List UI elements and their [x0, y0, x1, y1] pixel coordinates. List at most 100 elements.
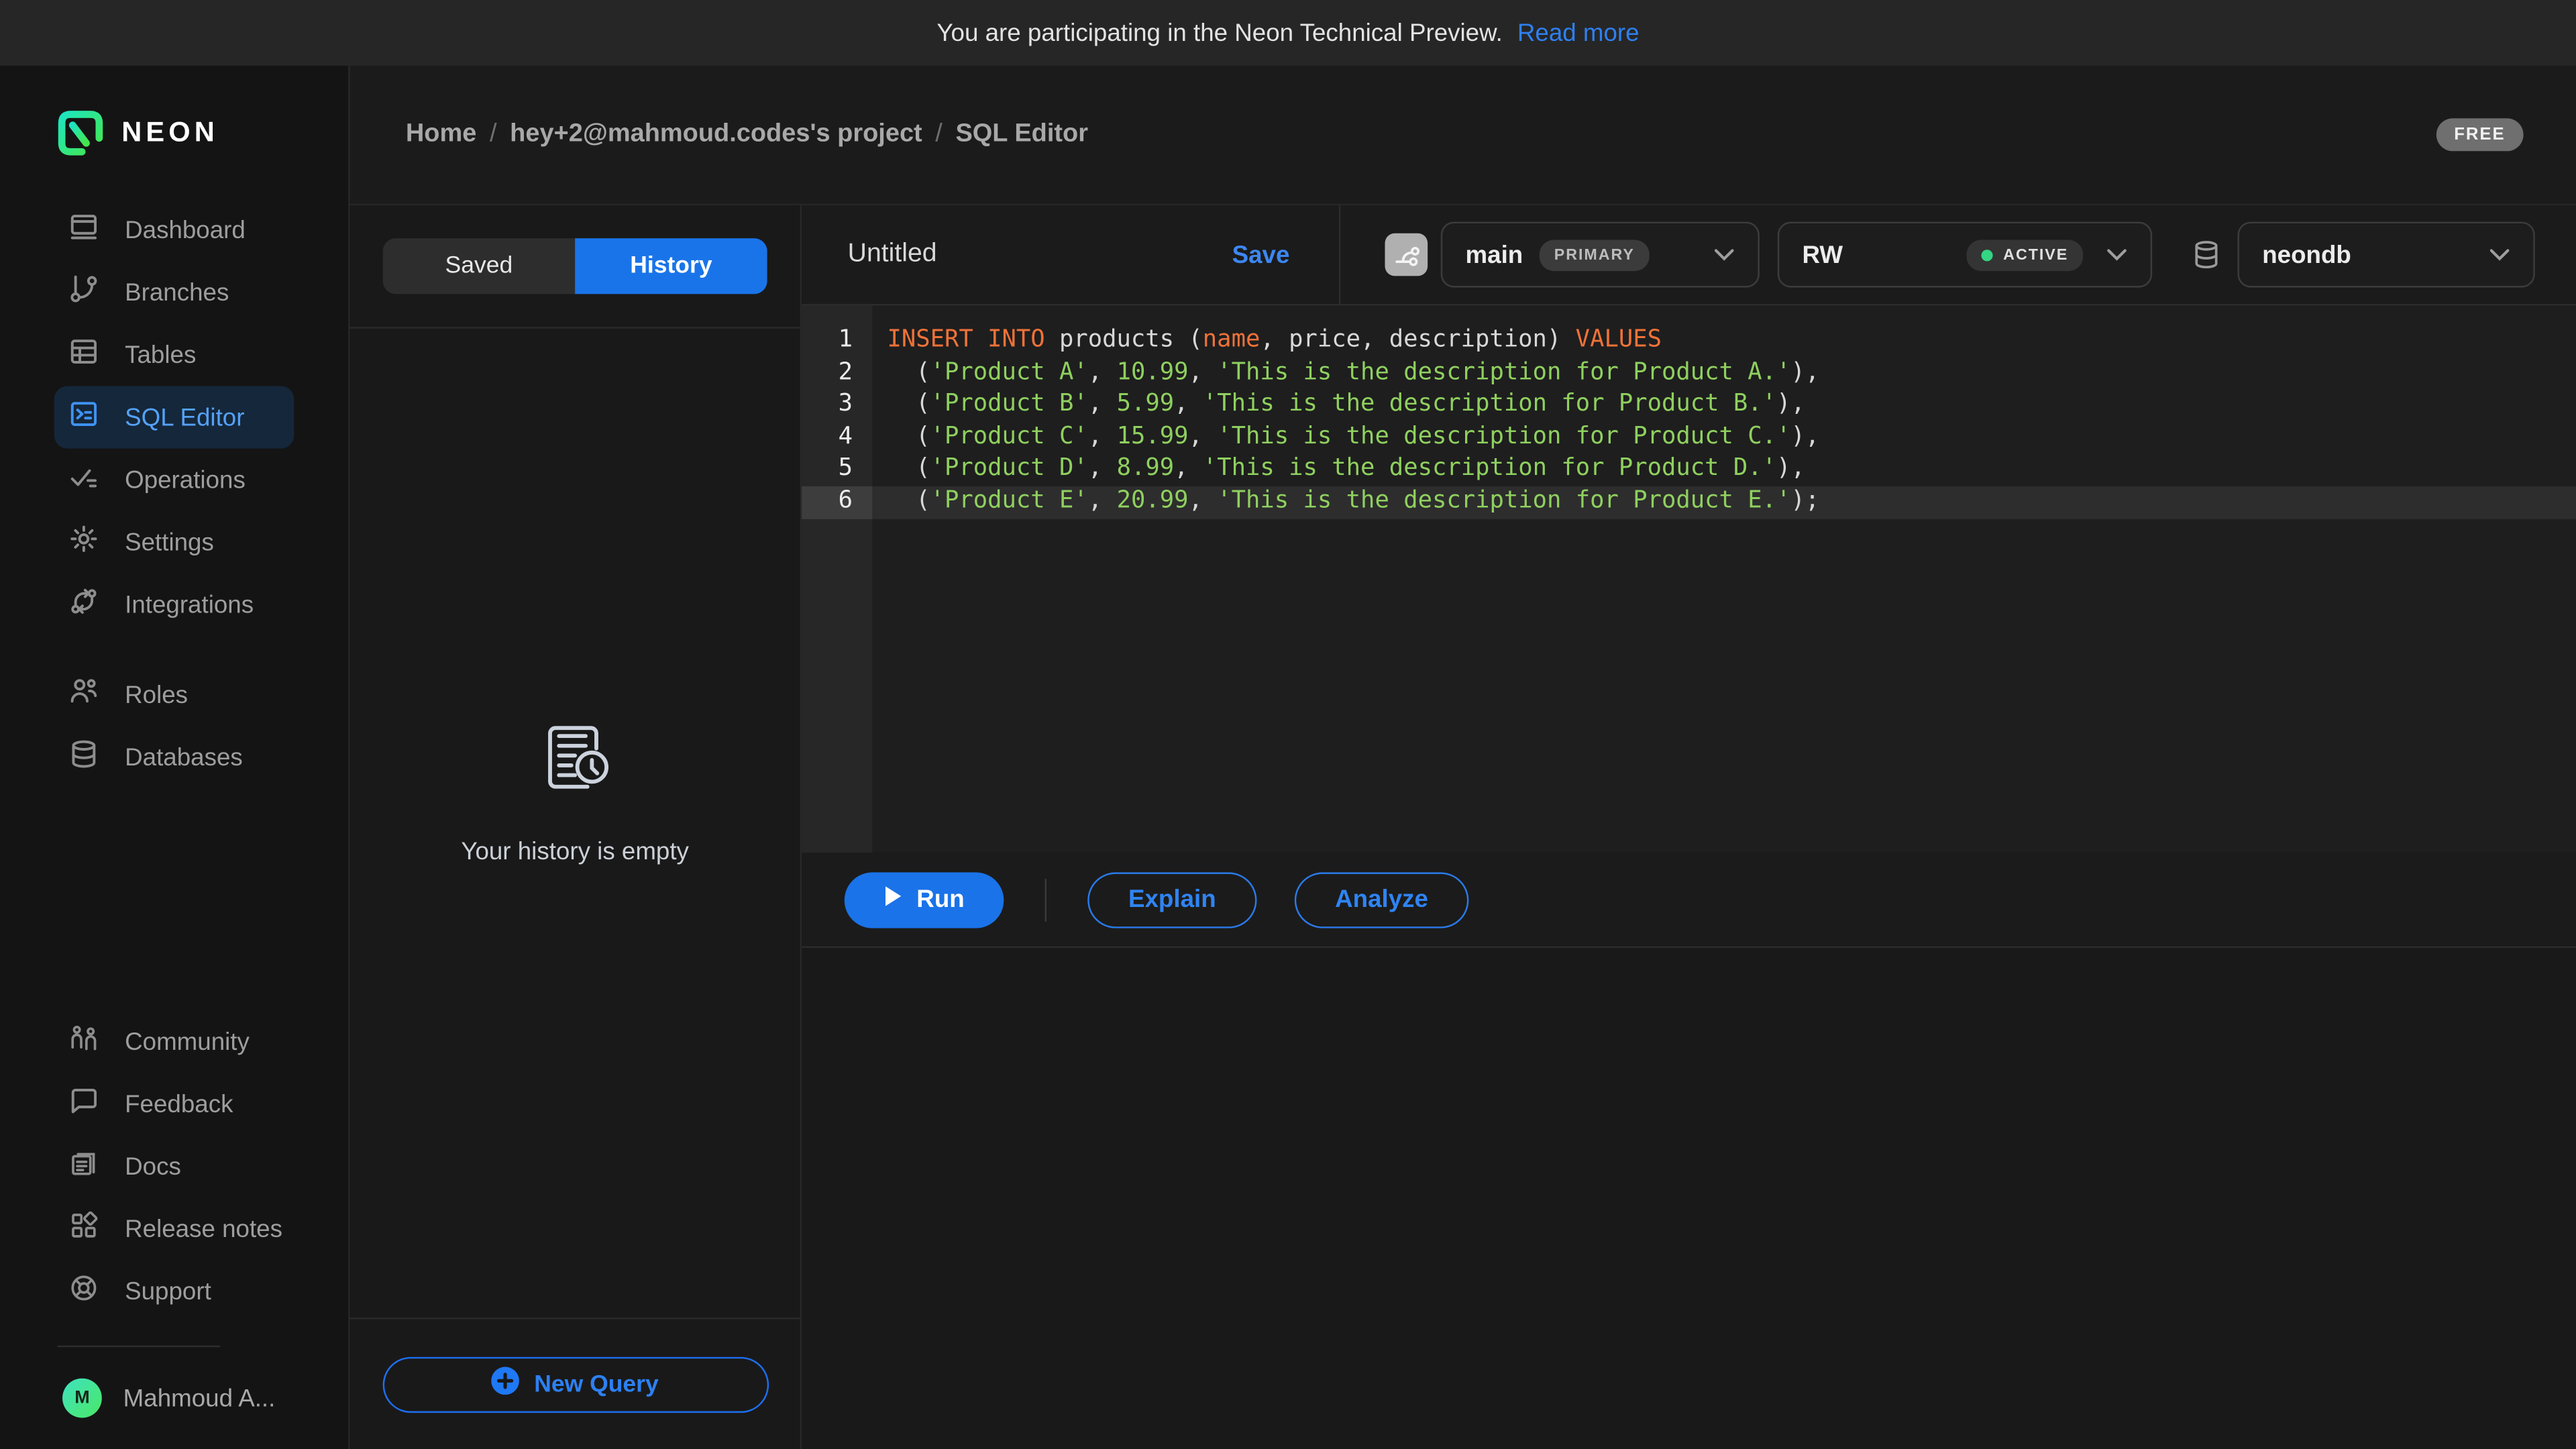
page-header: Home / hey+2@mahmoud.codes's project / S… — [350, 66, 2576, 204]
avatar: M — [62, 1379, 102, 1418]
primary-nav: Dashboard Branches Tables SQL Editor Ope… — [0, 199, 348, 635]
branch-chip-button[interactable] — [1385, 233, 1428, 276]
sidebar-item-support[interactable]: Support — [0, 1260, 332, 1322]
history-panel-footer: New Query — [350, 1320, 800, 1449]
release-notes-icon — [67, 1209, 100, 1248]
code-line-text: ('Product D', 8.99, 'This is the descrip… — [872, 454, 2576, 486]
read-more-link[interactable]: Read more — [1517, 19, 1640, 47]
sql-editor-icon — [67, 398, 100, 437]
dashboard-icon — [67, 210, 100, 250]
sidebar-item-release-notes[interactable]: Release notes — [0, 1197, 332, 1260]
history-empty-state: Your history is empty — [461, 714, 689, 865]
explain-button[interactable]: Explain — [1087, 871, 1256, 927]
branch-select[interactable]: main PRIMARY — [1441, 222, 1760, 288]
primary-badge: PRIMARY — [1540, 239, 1650, 270]
breadcrumb-home[interactable]: Home — [406, 120, 476, 150]
code-line[interactable]: 4 ('Product C', 15.99, 'This is the desc… — [802, 422, 2576, 454]
user-name: Mahmoud A... — [123, 1384, 276, 1412]
code-line[interactable]: 1INSERT INTO products (name, price, desc… — [802, 325, 2576, 358]
sidebar-item-databases[interactable]: Databases — [0, 726, 332, 788]
code-editor[interactable]: 1INSERT INTO products (name, price, desc… — [802, 306, 2576, 853]
docs-icon — [67, 1146, 100, 1186]
compute-select-value: RW — [1803, 241, 1843, 269]
neon-logo-icon — [58, 110, 104, 156]
branch-select-value: main — [1465, 241, 1523, 269]
support-icon — [67, 1272, 100, 1311]
analyze-button[interactable]: Analyze — [1295, 871, 1469, 927]
sidebar-item-feedback[interactable]: Feedback — [0, 1073, 332, 1135]
databases-icon — [67, 738, 100, 777]
history-list: Your history is empty — [350, 327, 800, 1319]
footer-nav: Community Feedback Docs Release notes Su… — [0, 1010, 348, 1322]
secondary-nav: Roles Databases — [0, 663, 348, 788]
database-select[interactable]: neondb — [2238, 222, 2535, 288]
sidebar-item-settings[interactable]: Settings — [0, 511, 332, 574]
sidebar-item-operations[interactable]: Operations — [0, 449, 332, 511]
database-select-value: neondb — [2262, 241, 2351, 269]
actions-divider — [1045, 878, 1046, 921]
tables-icon — [67, 335, 100, 375]
breadcrumb: Home / hey+2@mahmoud.codes's project / S… — [406, 120, 1088, 150]
code-line[interactable]: 5 ('Product D', 8.99, 'This is the descr… — [802, 454, 2576, 486]
feedback-icon — [67, 1084, 100, 1124]
compute-select[interactable]: RW ACTIVE — [1778, 222, 2152, 288]
sidebar-spacer — [0, 789, 348, 1011]
sidebar-item-docs[interactable]: Docs — [0, 1135, 332, 1197]
line-number: 1 — [802, 325, 872, 358]
editor-actions: Run Explain Analyze — [802, 853, 2576, 948]
history-tabs: Saved History — [383, 238, 767, 294]
settings-icon — [67, 523, 100, 562]
operations-icon — [67, 460, 100, 500]
neon-console: You are participating in the Neon Techni… — [0, 0, 2576, 1449]
results-area — [802, 948, 2576, 1449]
line-number: 2 — [802, 358, 872, 390]
sidebar-item-roles[interactable]: Roles — [0, 663, 332, 726]
plus-circle-icon — [492, 1367, 520, 1401]
query-title[interactable]: Untitled — [848, 240, 937, 270]
sql-editor-panel: Untitled Save — [802, 205, 2576, 1449]
user-menu[interactable]: M Mahmoud A... — [0, 1347, 348, 1449]
history-empty-text: Your history is empty — [461, 838, 689, 866]
banner-text: You are participating in the Neon Techni… — [936, 19, 1502, 47]
community-icon — [67, 1022, 100, 1061]
neon-logo[interactable]: NEON — [0, 66, 348, 156]
code-line-text: ('Product A', 10.99, 'This is the descri… — [872, 358, 2576, 390]
sidebar-item-dashboard[interactable]: Dashboard — [0, 199, 332, 261]
code-line-text: ('Product C', 15.99, 'This is the descri… — [872, 422, 2576, 454]
code-line-text: INSERT INTO products (name, price, descr… — [872, 325, 2576, 358]
code-line-text: ('Product B', 5.99, 'This is the descrip… — [872, 390, 2576, 422]
code-line[interactable]: 6 ('Product E', 20.99, 'This is the desc… — [802, 486, 2576, 519]
history-empty-icon — [532, 714, 617, 808]
run-button[interactable]: Run — [845, 871, 1004, 927]
sidebar-item-community[interactable]: Community — [0, 1010, 332, 1073]
new-query-button[interactable]: New Query — [382, 1356, 768, 1412]
breadcrumb-separator: / — [935, 120, 943, 150]
sidebar-item-integrations[interactable]: Integrations — [0, 574, 332, 636]
line-number: 6 — [802, 486, 872, 519]
breadcrumb-current-page: SQL Editor — [955, 120, 1088, 150]
sidebar-item-tables[interactable]: Tables — [0, 323, 332, 386]
status-dot — [1982, 249, 1993, 260]
tab-history[interactable]: History — [575, 238, 767, 294]
chevron-down-icon — [2489, 240, 2510, 270]
code-line-text: ('Product E', 20.99, 'This is the descri… — [872, 486, 2576, 519]
chevron-down-icon — [2106, 240, 2128, 270]
sidebar-item-branches[interactable]: Branches — [0, 261, 332, 323]
line-number: 4 — [802, 422, 872, 454]
breadcrumb-separator: / — [490, 120, 497, 150]
active-badge: ACTIVE — [1967, 239, 2083, 270]
branches-icon — [67, 273, 100, 313]
integrations-icon — [67, 585, 100, 625]
sidebar: NEON Dashboard Branches Tables SQL Edi — [0, 66, 350, 1449]
tab-saved[interactable]: Saved — [383, 238, 576, 294]
save-button[interactable]: Save — [1232, 241, 1290, 269]
breadcrumb-project[interactable]: hey+2@mahmoud.codes's project — [510, 120, 922, 150]
code-lines: 1INSERT INTO products (name, price, desc… — [802, 306, 2576, 519]
code-line[interactable]: 2 ('Product A', 10.99, 'This is the desc… — [802, 358, 2576, 390]
code-line[interactable]: 3 ('Product B', 5.99, 'This is the descr… — [802, 390, 2576, 422]
logo-wordmark: NEON — [121, 117, 219, 150]
queries-panel: Saved History — [350, 205, 802, 1449]
database-icon — [2190, 238, 2222, 271]
sidebar-item-sql-editor[interactable]: SQL Editor — [54, 386, 294, 449]
editor-header: Untitled Save — [802, 205, 2576, 305]
